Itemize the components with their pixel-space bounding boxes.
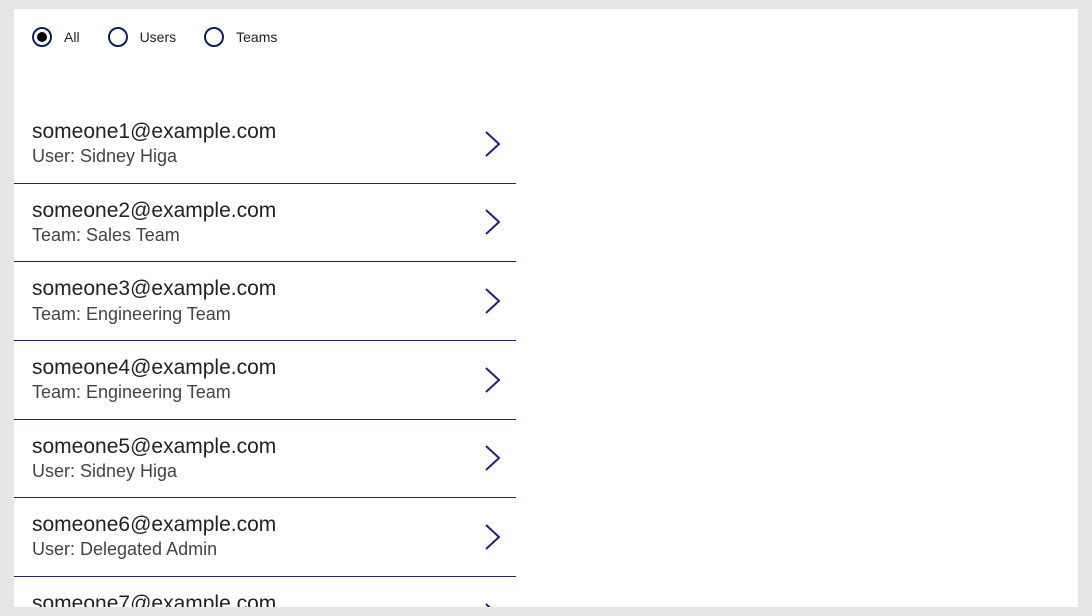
list-item-subtitle: Team: Sales Team xyxy=(32,224,276,247)
radio-icon xyxy=(204,27,224,47)
chevron-right-icon xyxy=(482,286,504,316)
list-item-text: someone5@example.comUser: Sidney Higa xyxy=(32,434,276,484)
filter-label: All xyxy=(64,29,80,45)
filter-radio-all[interactable]: All xyxy=(32,27,80,47)
filter-radio-teams[interactable]: Teams xyxy=(204,27,277,47)
filter-bar: All Users Teams xyxy=(14,9,1078,47)
chevron-right-icon xyxy=(482,522,504,552)
chevron-right-icon xyxy=(482,207,504,237)
list-item-text: someone1@example.comUser: Sidney Higa xyxy=(32,119,276,169)
list-item-text: someone3@example.comTeam: Engineering Te… xyxy=(32,276,276,326)
list-item[interactable]: someone1@example.comUser: Sidney Higa xyxy=(14,113,516,184)
list-item[interactable]: someone5@example.comUser: Sidney Higa xyxy=(14,420,516,499)
list-item[interactable]: someone3@example.comTeam: Engineering Te… xyxy=(14,262,516,341)
list-item[interactable]: someone4@example.comTeam: Engineering Te… xyxy=(14,341,516,420)
list-item-email: someone6@example.com xyxy=(32,512,276,538)
list-item-text: someone6@example.comUser: Delegated Admi… xyxy=(32,512,276,562)
chevron-right-icon xyxy=(482,443,504,473)
list-item-email: someone5@example.com xyxy=(32,434,276,460)
list-item-text: someone7@example.comUser: Sidney Higa xyxy=(32,591,276,607)
list-item-subtitle: Team: Engineering Team xyxy=(32,381,276,404)
radio-icon xyxy=(108,27,128,47)
radio-icon xyxy=(32,27,52,47)
list-item[interactable]: someone6@example.comUser: Delegated Admi… xyxy=(14,498,516,577)
filter-label: Teams xyxy=(236,29,277,45)
list-item-subtitle: Team: Engineering Team xyxy=(32,303,276,326)
filter-radio-users[interactable]: Users xyxy=(108,27,177,47)
results-list[interactable]: someone1@example.comUser: Sidney Higasom… xyxy=(14,113,516,607)
list-item-email: someone4@example.com xyxy=(32,355,276,381)
filter-label: Users xyxy=(140,29,177,45)
list-item[interactable]: someone7@example.comUser: Sidney Higa xyxy=(14,577,516,607)
list-item-email: someone7@example.com xyxy=(32,591,276,607)
list-item-subtitle: User: Delegated Admin xyxy=(32,538,276,561)
list-item-email: someone1@example.com xyxy=(32,119,276,145)
list-item-email: someone3@example.com xyxy=(32,276,276,302)
chevron-right-icon xyxy=(482,601,504,607)
list-item-email: someone2@example.com xyxy=(32,198,276,224)
list-item-text: someone2@example.comTeam: Sales Team xyxy=(32,198,276,248)
list-item-text: someone4@example.comTeam: Engineering Te… xyxy=(32,355,276,405)
list-item[interactable]: someone2@example.comTeam: Sales Team xyxy=(14,184,516,263)
list-item-subtitle: User: Sidney Higa xyxy=(32,460,276,483)
list-item-subtitle: User: Sidney Higa xyxy=(32,145,276,168)
chevron-right-icon xyxy=(482,365,504,395)
main-panel: All Users Teams someone1@example.comUser… xyxy=(14,9,1078,607)
chevron-right-icon xyxy=(482,129,504,159)
